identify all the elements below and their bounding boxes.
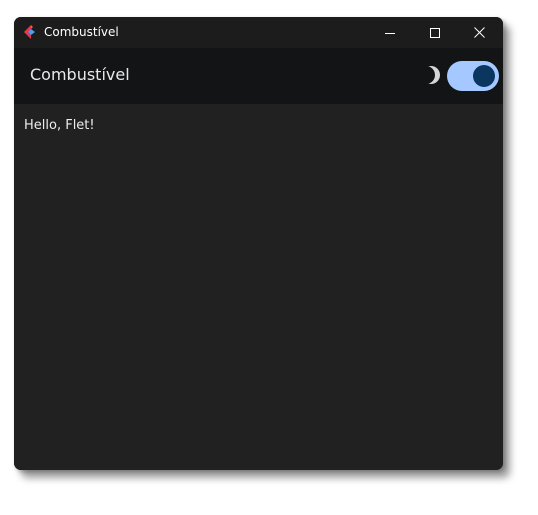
maximize-button[interactable] (412, 17, 457, 48)
close-icon (474, 27, 485, 38)
hello-text: Hello, Flet! (24, 118, 95, 133)
app-bar: Combustível (14, 48, 503, 104)
app-window: Combustível Combustível Hello, Flet! (14, 17, 503, 470)
flet-logo-icon (24, 25, 35, 39)
title-bar[interactable]: Combustível (14, 17, 503, 48)
window-title: Combustível (44, 25, 119, 39)
moon-icon[interactable] (420, 64, 442, 86)
minimize-icon (384, 32, 395, 34)
minimize-button[interactable] (367, 17, 412, 48)
app-bar-title: Combustível (30, 65, 130, 84)
theme-toggle-switch[interactable] (447, 61, 499, 91)
main-content: Hello, Flet! (14, 104, 503, 470)
maximize-icon (429, 27, 440, 38)
close-button[interactable] (457, 17, 502, 48)
toggle-thumb (473, 65, 495, 87)
